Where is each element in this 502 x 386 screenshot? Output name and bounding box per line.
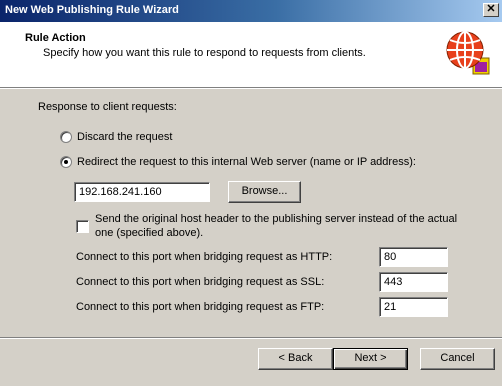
- ftp-port-label: Connect to this port when bridging reque…: [76, 301, 325, 313]
- cancel-button[interactable]: Cancel: [420, 348, 495, 370]
- redirect-radio[interactable]: [60, 156, 72, 168]
- browse-button[interactable]: Browse...: [228, 181, 301, 203]
- http-port-input[interactable]: 80: [379, 247, 448, 267]
- footer-divider: [0, 337, 502, 339]
- response-section-label: Response to client requests:: [38, 101, 177, 113]
- ssl-port-label: Connect to this port when bridging reque…: [76, 276, 325, 288]
- page-subtitle: Specify how you want this rule to respon…: [43, 47, 366, 59]
- header-divider: [0, 87, 502, 89]
- host-header-checkbox[interactable]: [76, 220, 89, 233]
- host-header-label-line1[interactable]: Send the original host header to the pub…: [95, 213, 457, 225]
- ftp-port-input[interactable]: 21: [379, 297, 448, 317]
- web-publishing-globe-icon: [446, 31, 490, 75]
- internal-server-input[interactable]: 192.168.241.160: [74, 182, 210, 202]
- title-bar[interactable]: New Web Publishing Rule Wizard ✕: [0, 0, 502, 22]
- back-button[interactable]: < Back: [258, 348, 333, 370]
- wizard-header: Rule Action Specify how you want this ru…: [0, 22, 502, 87]
- next-button[interactable]: Next >: [333, 348, 408, 370]
- discard-radio[interactable]: [60, 131, 72, 143]
- close-button[interactable]: ✕: [483, 3, 499, 17]
- redirect-radio-label[interactable]: Redirect the request to this internal We…: [77, 156, 416, 168]
- host-header-label-line2[interactable]: one (specified above).: [95, 227, 203, 239]
- page-title: Rule Action: [25, 32, 86, 44]
- discard-radio-label[interactable]: Discard the request: [77, 131, 172, 143]
- wizard-window: New Web Publishing Rule Wizard ✕ Rule Ac…: [0, 0, 502, 386]
- ssl-port-input[interactable]: 443: [379, 272, 448, 292]
- window-title: New Web Publishing Rule Wizard: [5, 4, 179, 16]
- radio-selected-dot: [64, 160, 68, 164]
- http-port-label: Connect to this port when bridging reque…: [76, 251, 333, 263]
